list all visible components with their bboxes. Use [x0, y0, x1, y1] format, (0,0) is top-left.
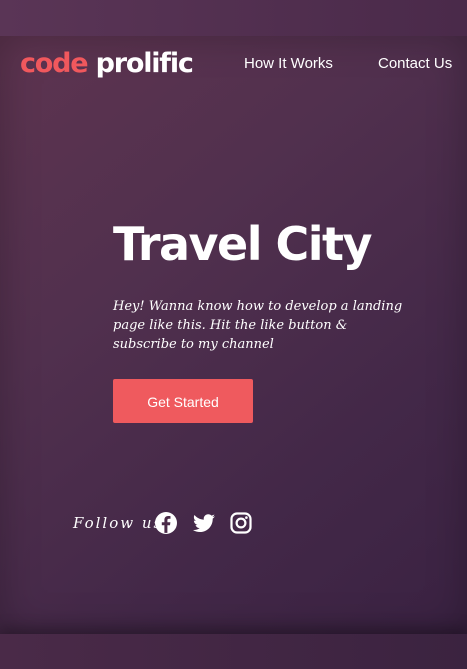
- bottom-strip: [0, 634, 467, 669]
- logo[interactable]: code prolific: [20, 44, 194, 84]
- hero-title: Travel City: [113, 217, 373, 271]
- facebook-icon[interactable]: [153, 511, 179, 535]
- page: code prolific How It Works Contact Us Tr…: [0, 0, 467, 669]
- logo-prolific-text: prolific: [95, 48, 194, 79]
- instagram-icon[interactable]: [228, 511, 254, 535]
- nav-how-it-works[interactable]: How It Works: [244, 54, 333, 74]
- get-started-button[interactable]: Get Started: [113, 379, 253, 423]
- top-strip: [0, 0, 467, 36]
- nav-contact-us[interactable]: Contact Us: [378, 54, 452, 74]
- twitter-icon[interactable]: [191, 511, 217, 535]
- logo-code-text: code: [20, 48, 89, 79]
- hero-subtitle: Hey! Wanna know how to develop a landing…: [113, 299, 403, 352]
